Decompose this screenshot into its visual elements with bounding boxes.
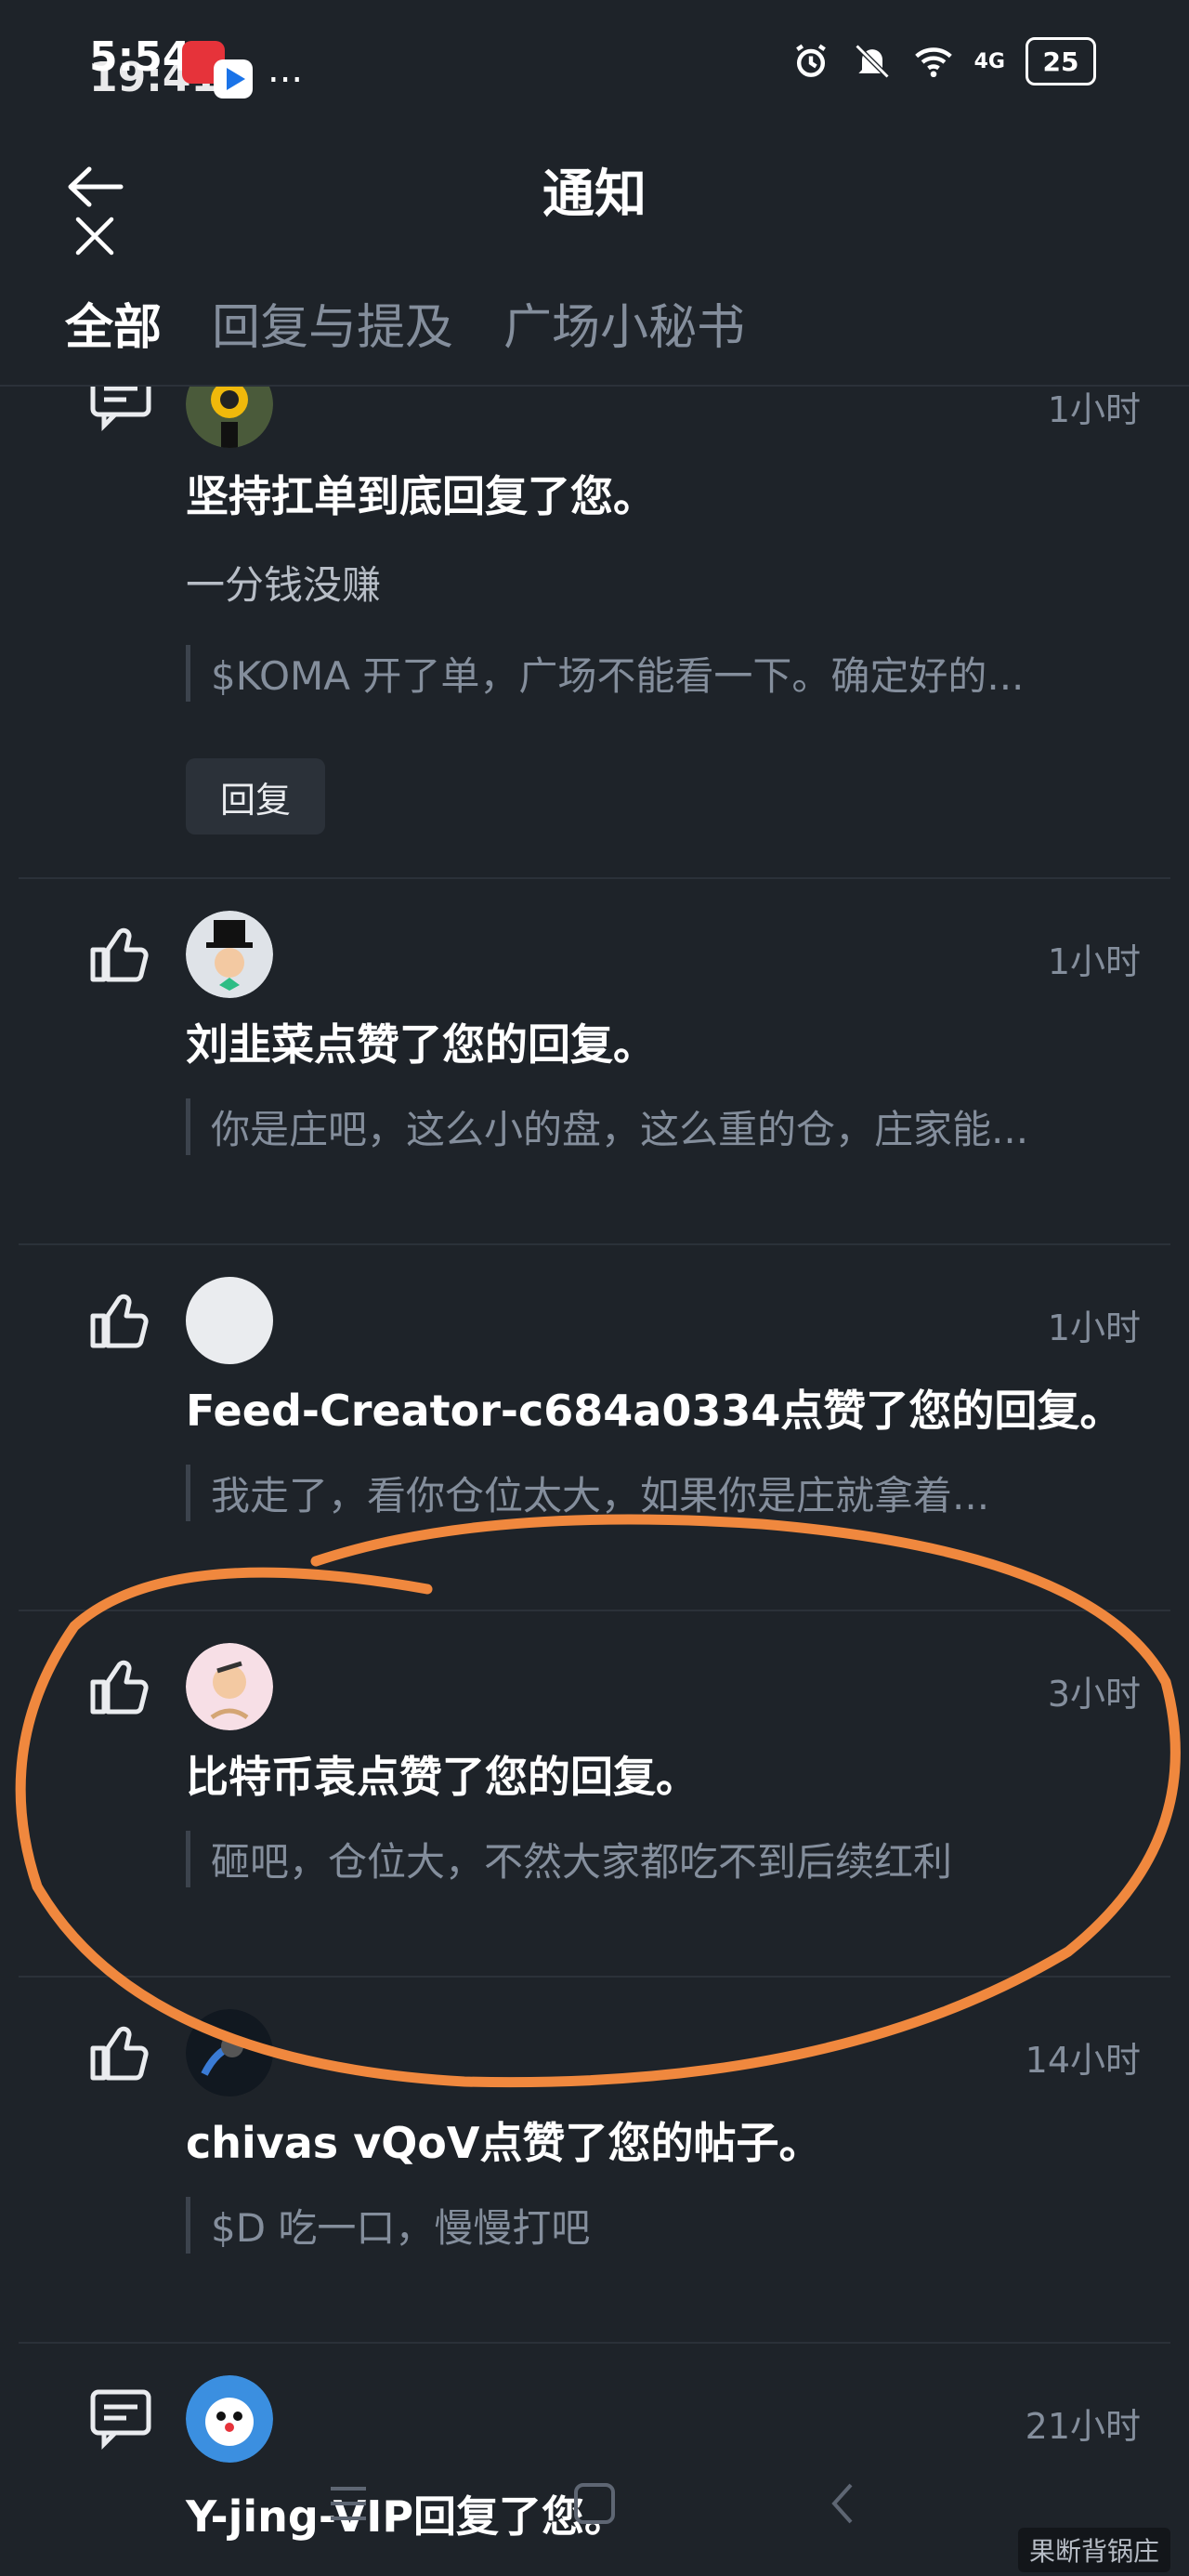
thumbs-up-icon — [90, 1660, 149, 1715]
notification-time: 1小时 — [1047, 941, 1141, 982]
avatar[interactable] — [186, 387, 273, 448]
notification-headline[interactable]: 刘韭菜点赞了您的回复。 — [186, 1011, 656, 1072]
network-label: 4G — [973, 49, 1005, 73]
tab-square-assistant[interactable]: 广场小秘书 — [503, 288, 745, 358]
comment-icon — [90, 387, 151, 432]
watermark: 果断背锅庄 — [1017, 2528, 1170, 2572]
notification-item[interactable]: 1小时 Feed-Creator-c684a0334点赞了您的回复。 我走了，看… — [0, 1245, 1189, 1610]
more-notifications-indicator: ... — [268, 48, 304, 91]
reply-button[interactable]: 回复 — [186, 758, 325, 835]
quoted-content[interactable]: 你是庄吧，这么小的盘，这么重的仓，庄家能... — [186, 1098, 1124, 1155]
alarm-icon — [795, 44, 826, 77]
notification-time: 21小时 — [1025, 2406, 1141, 2447]
notification-item[interactable]: 21小时 Y-jing-VIP回复了您。 — [0, 2344, 1189, 2576]
notification-headline[interactable]: 坚持扛单到底回复了您。 — [186, 463, 656, 524]
thumbs-up-icon — [90, 1294, 149, 1348]
system-icons: 4G 25 — [790, 37, 1096, 85]
thumbs-up-icon — [90, 927, 149, 982]
avatar[interactable] — [186, 1277, 273, 1364]
system-nav-bar — [331, 2483, 853, 2524]
notification-tabs: 全部 回复与提及 广场小秘书 — [65, 288, 745, 358]
notification-time: 1小时 — [1047, 1308, 1141, 1348]
avatar[interactable] — [186, 2009, 273, 2096]
notification-time: 3小时 — [1047, 1674, 1141, 1715]
notification-item[interactable]: 1小时 刘韭菜点赞了您的回复。 你是庄吧，这么小的盘，这么重的仓，庄家能... — [0, 879, 1189, 1243]
notification-item[interactable]: 3小时 比特币袁点赞了您的回复。 砸吧，仓位大，不然大家都吃不到后续红利 — [0, 1611, 1189, 1976]
notification-headline[interactable]: Feed-Creator-c684a0334点赞了您的回复。 — [186, 1377, 1122, 1439]
notification-time: 14小时 — [1025, 2040, 1141, 2081]
notification-item[interactable]: 1小时 坚持扛单到底回复了您。 一分钱没赚 $KOMA 开了单，广场不能看一下。… — [0, 387, 1189, 879]
battery-indicator: 25 — [1026, 37, 1096, 85]
reply-snippet: 一分钱没赚 — [186, 562, 382, 608]
comment-icon — [90, 2389, 151, 2451]
quoted-content[interactable]: 砸吧，仓位大，不然大家都吃不到后续红利 — [186, 1831, 1124, 1887]
tab-replies-mentions[interactable]: 回复与提及 — [212, 288, 453, 358]
mute-icon — [855, 44, 890, 79]
quoted-content[interactable]: $D 吃一口，慢慢打吧 — [186, 2197, 1124, 2254]
notification-headline[interactable]: 比特币袁点赞了您的回复。 — [186, 1743, 699, 1805]
avatar[interactable] — [186, 2375, 273, 2463]
play-store-icon — [214, 59, 253, 99]
notification-item[interactable]: 14小时 chivas vQoV点赞了您的帖子。 $D 吃一口，慢慢打吧 — [0, 1978, 1189, 2342]
quoted-content[interactable]: $KOMA 开了单，广场不能看一下。确定好的... — [186, 645, 1124, 702]
page-title: 通知 — [542, 164, 647, 225]
wifi-icon — [914, 47, 952, 78]
notification-list: 1小时 坚持扛单到底回复了您。 一分钱没赚 $KOMA 开了单，广场不能看一下。… — [0, 387, 1189, 2576]
quoted-content[interactable]: 我走了，看你仓位太大，如果你是庄就拿着... — [186, 1465, 1124, 1521]
status-bar: 5:54 19:41 ... 4G 25 — [0, 0, 1189, 139]
notification-headline[interactable]: chivas vQoV点赞了您的帖子。 — [186, 2109, 822, 2171]
avatar[interactable] — [186, 1643, 273, 1730]
avatar[interactable] — [186, 911, 273, 998]
notification-time: 1小时 — [1047, 389, 1141, 430]
thumbs-up-icon — [90, 2026, 149, 2081]
tab-all[interactable]: 全部 — [65, 288, 162, 358]
